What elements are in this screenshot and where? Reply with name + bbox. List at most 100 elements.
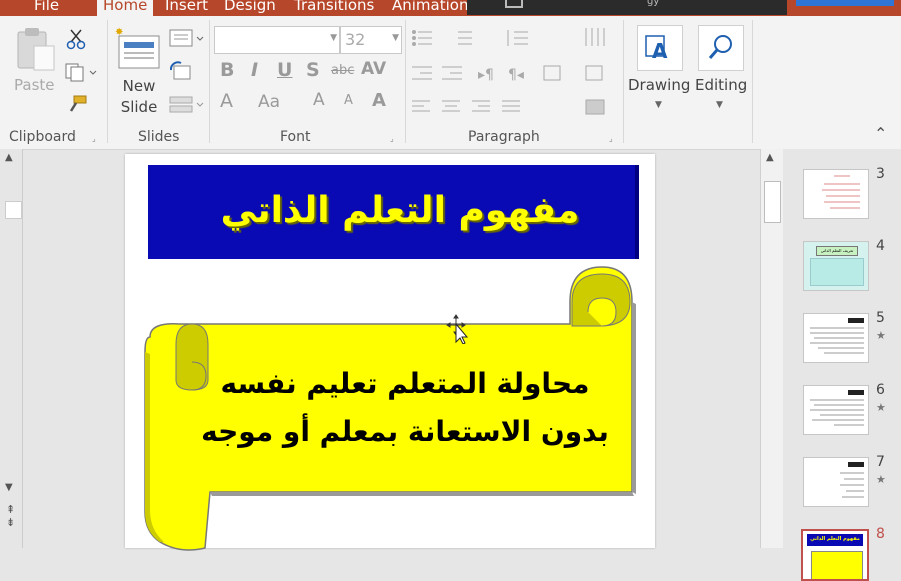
clipboard-group-label: Clipboard xyxy=(9,129,76,145)
tab-design[interactable]: Design xyxy=(224,0,276,16)
thumbnail-content xyxy=(822,175,860,209)
mouse-cursor-icon xyxy=(446,314,469,344)
font-dialog-launcher-icon[interactable]: ⌟ xyxy=(390,134,394,143)
tab-file[interactable]: File xyxy=(34,0,59,16)
underline-icon[interactable]: U xyxy=(277,59,292,81)
cut-icon[interactable] xyxy=(66,28,86,50)
character-spacing-icon[interactable]: AV xyxy=(361,59,386,79)
page-nav-icon[interactable]: ⇞ ⇟ xyxy=(6,503,15,529)
svg-text:A: A xyxy=(652,39,668,63)
italic-icon[interactable]: I xyxy=(251,59,258,81)
thumbnail-number: 4 xyxy=(876,238,885,254)
change-case-icon[interactable]: Aa xyxy=(258,92,280,112)
ribbon: Paste Clipboard ⌟ ✸ New Slide Slides ▼ 3… xyxy=(0,16,901,150)
strikethrough-icon[interactable]: abc xyxy=(331,63,354,78)
slide-thumbnail-3[interactable] xyxy=(803,169,869,219)
list-controls xyxy=(412,30,528,46)
thumbnail-title: مفهوم التعلم الذاتي xyxy=(810,536,860,542)
slide-body-line-1: محاولة المتعلم تعليم نفسه xyxy=(220,367,590,400)
font-size-box[interactable]: 32 ▼ xyxy=(340,26,402,54)
slide-thumbnail-7[interactable] xyxy=(803,457,869,507)
increase-font-icon[interactable]: A xyxy=(313,90,325,110)
chevron-down-icon[interactable]: ▼ xyxy=(330,33,337,43)
drawing-button[interactable]: A xyxy=(637,25,683,71)
slide-thumbnails-pane: 3 4 تعريف التعلم الذاتي 5 ★ 6 ★ 7 ★ 8 مف… xyxy=(783,149,901,581)
svg-text:▸¶: ▸¶ xyxy=(478,67,494,83)
format-painter-icon[interactable] xyxy=(66,94,88,114)
tell-me-box[interactable]: gy xyxy=(467,0,787,15)
scrollbar-thumb[interactable] xyxy=(764,181,781,223)
slides-group-label: Slides xyxy=(138,129,180,145)
chevron-up-icon[interactable]: ▲ xyxy=(5,152,13,163)
animation-star-icon: ★ xyxy=(876,329,886,342)
indent-controls: ▸¶ ¶◂ xyxy=(412,65,603,83)
thumbnail-content xyxy=(840,462,864,498)
slide-scrollbar[interactable]: ▲ xyxy=(760,149,783,548)
new-slide-label[interactable]: New Slide xyxy=(115,76,163,118)
thumbnail-number: 5 xyxy=(876,310,885,326)
share-button-underlay xyxy=(796,6,894,16)
tab-bar: File Home Insert Design Transitions Anim… xyxy=(0,0,901,16)
paste-icon[interactable] xyxy=(14,26,58,72)
thumbnail-number: 7 xyxy=(876,454,885,470)
layout-icon[interactable] xyxy=(168,28,208,48)
thumbnail-content xyxy=(811,551,863,579)
shadow-icon[interactable]: S xyxy=(306,59,320,81)
slide-thumbnail-4[interactable]: تعريف التعلم الذاتي xyxy=(803,241,869,291)
animation-star-icon: ★ xyxy=(876,401,886,414)
separator xyxy=(209,20,210,143)
collapse-ribbon-icon[interactable]: ⌃ xyxy=(874,124,887,143)
slide-body-text[interactable]: محاولة المتعلم تعليم نفسه بدون الاستعانة… xyxy=(200,360,610,456)
chevron-down-icon[interactable]: ▼ xyxy=(655,100,662,110)
thumbnail-title: تعريف التعلم الذاتي xyxy=(816,246,858,256)
paragraph-group-label: Paragraph xyxy=(468,129,540,145)
editing-label[interactable]: Editing xyxy=(695,76,747,94)
separator xyxy=(752,20,753,143)
section-icon[interactable] xyxy=(168,94,208,116)
slide-thumbnail-6[interactable] xyxy=(803,385,869,435)
font-name-box[interactable]: ▼ xyxy=(214,26,340,54)
animation-star-icon: ★ xyxy=(876,473,886,486)
thumbnail-content xyxy=(810,258,864,286)
slide-title[interactable]: مفهوم التعلم الذاتي xyxy=(180,190,620,231)
chevron-down-icon[interactable]: ▼ xyxy=(716,100,723,110)
clear-formatting-icon[interactable]: A xyxy=(220,90,233,112)
paragraph-dialog-launcher-icon[interactable]: ⌟ xyxy=(609,134,613,143)
shapes-icon: A xyxy=(645,35,668,63)
thumbnail-content xyxy=(810,318,864,354)
separator xyxy=(623,20,624,143)
font-color-icon[interactable]: A xyxy=(372,90,386,111)
tab-transitions[interactable]: Transitions xyxy=(294,0,374,16)
chevron-down-icon[interactable]: ▼ xyxy=(5,482,13,493)
pane-scroll-thumb[interactable] xyxy=(5,201,22,219)
separator xyxy=(107,20,108,143)
chevron-up-icon[interactable]: ▲ xyxy=(766,152,774,163)
thumbnail-number: 6 xyxy=(876,382,885,398)
clipboard-dialog-launcher-icon[interactable]: ⌟ xyxy=(92,134,96,143)
editing-button[interactable] xyxy=(698,25,744,71)
font-size-value: 32 xyxy=(345,30,366,49)
chevron-down-icon[interactable]: ▼ xyxy=(392,33,399,43)
thumbnail-number: 8 xyxy=(876,526,885,542)
search-icon xyxy=(708,35,732,59)
slide-thumbnail-8[interactable]: مفهوم التعلم الذاتي xyxy=(801,529,869,581)
lightbulb-icon xyxy=(505,0,523,8)
bold-icon[interactable]: B xyxy=(220,59,234,81)
copy-icon[interactable] xyxy=(64,62,98,82)
slide-thumbnail-5[interactable] xyxy=(803,313,869,363)
drawing-label[interactable]: Drawing xyxy=(628,76,690,94)
slide-body-line-2: بدون الاستعانة بمعلم أو موجه xyxy=(201,415,609,448)
decrease-font-icon[interactable]: A xyxy=(344,93,353,108)
svg-text:¶◂: ¶◂ xyxy=(508,67,524,83)
tab-animations[interactable]: Animations xyxy=(392,0,476,16)
reset-icon[interactable] xyxy=(168,60,194,82)
paste-label[interactable]: Paste xyxy=(14,76,55,94)
tab-home[interactable]: Home xyxy=(97,0,154,16)
left-pane-strip: ▲ ▼ ⇞ ⇟ xyxy=(0,149,23,548)
font-group-label: Font xyxy=(280,129,311,145)
separator xyxy=(405,20,406,143)
thumbnail-number: 3 xyxy=(876,166,885,182)
new-slide-icon[interactable]: ✸ xyxy=(115,26,163,70)
tab-insert[interactable]: Insert xyxy=(165,0,208,16)
text-direction-icon[interactable] xyxy=(582,26,620,52)
